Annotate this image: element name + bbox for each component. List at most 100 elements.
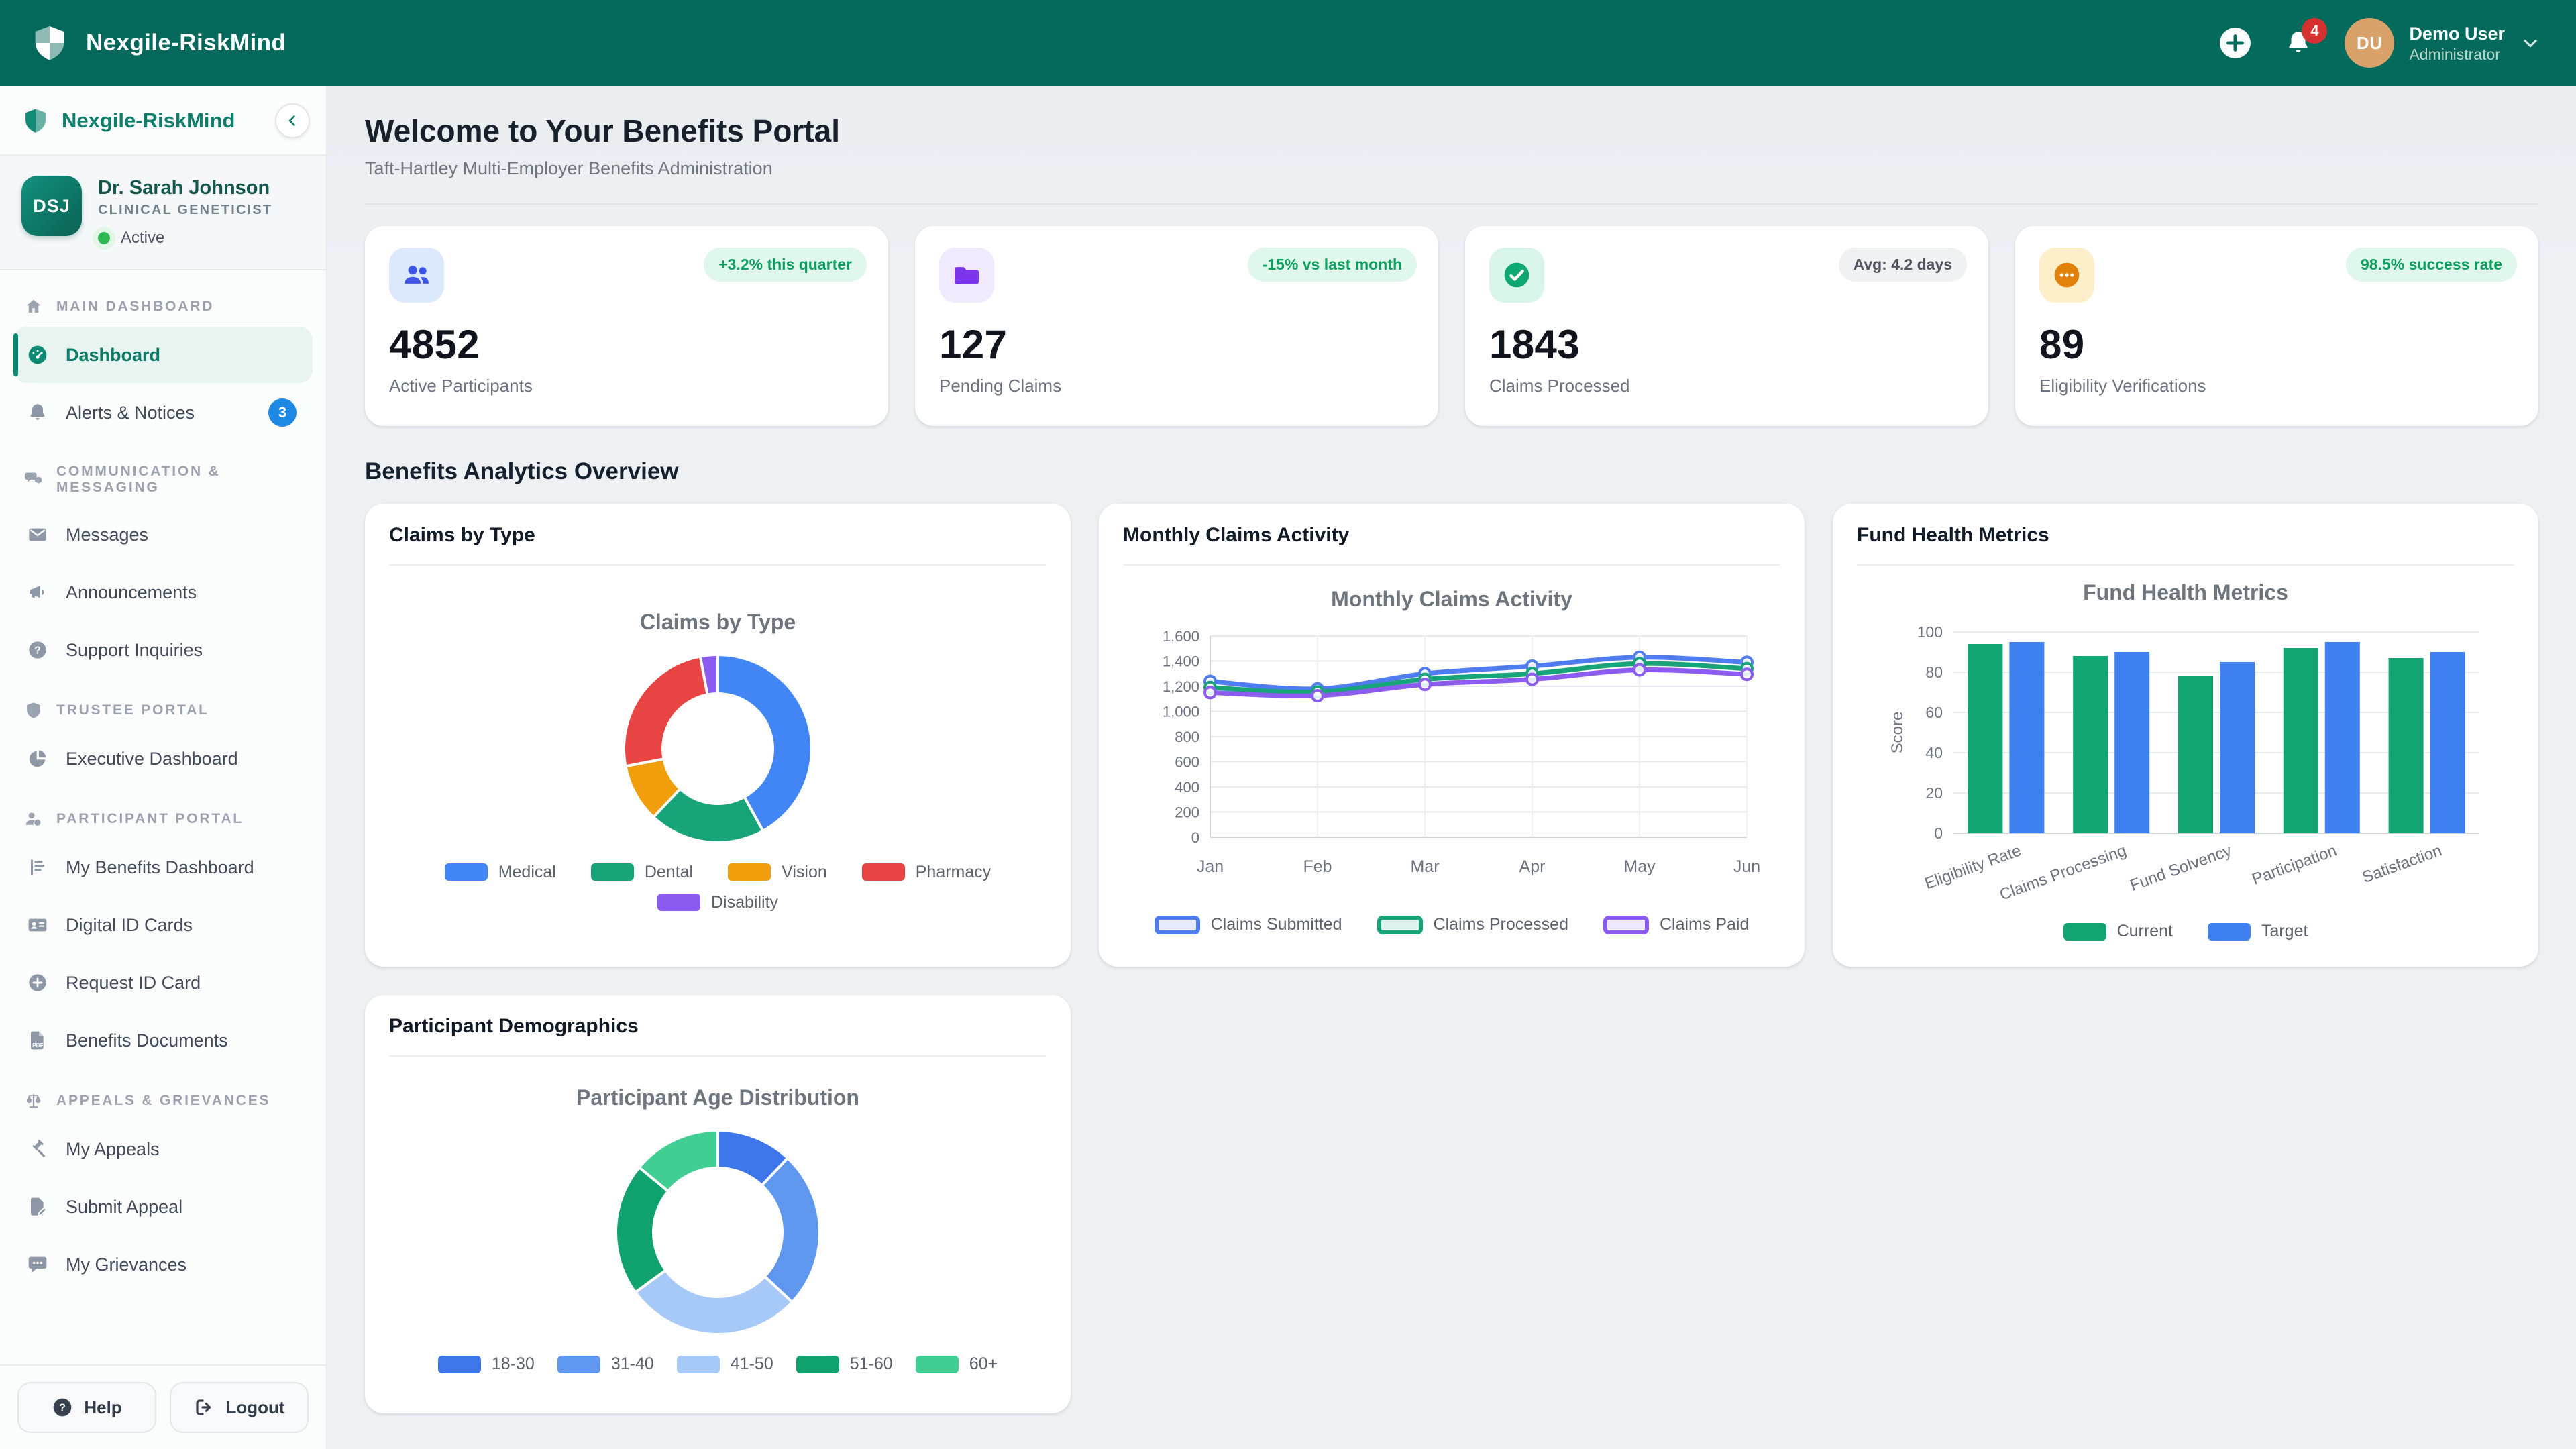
svg-text:100: 100	[1917, 623, 1943, 641]
sidebar: Nexgile-RiskMind DSJ Dr. Sarah Johnson C…	[0, 86, 327, 1449]
notifications-button[interactable]: 4	[2284, 18, 2328, 57]
svg-text:Jun: Jun	[1733, 857, 1760, 876]
nav-section-communication-messaging: COMMUNICATION & MESSAGING	[0, 442, 326, 505]
notification-badge: 4	[2302, 18, 2328, 44]
scales-icon	[26, 1093, 41, 1108]
sidebar-item-support-inquiries[interactable]: ? Support Inquiries	[13, 622, 313, 678]
legend-item-claims-submitted: Claims Submitted	[1154, 915, 1342, 934]
stat-card-pending-claims: -15% vs last month 127 Pending Claims	[915, 226, 1438, 426]
svg-text:1,000: 1,000	[1163, 704, 1199, 720]
logout-button[interactable]: Logout	[170, 1382, 309, 1433]
list-icon	[31, 859, 45, 875]
sidebar-item-benefits-documents[interactable]: PDF Benefits Documents	[13, 1012, 313, 1069]
nav-section-appeals-grievances: APPEALS & GRIEVANCES	[0, 1070, 326, 1120]
profile-status: Active	[98, 229, 272, 248]
user-avatar: DU	[2345, 18, 2395, 68]
add-button[interactable]	[2218, 26, 2252, 60]
analytics-section-title: Benefits Analytics Overview	[365, 458, 679, 484]
sidebar-brand-title: Nexgile-RiskMind	[62, 109, 235, 132]
plus-circle-icon	[2220, 28, 2251, 58]
legend-item-dental: Dental	[590, 863, 693, 882]
chat-icon	[25, 472, 43, 486]
question-icon: ?	[29, 641, 46, 659]
stat-label: Active Participants	[389, 376, 533, 396]
svg-text:?: ?	[34, 645, 41, 656]
stat-badge: Avg: 4.2 days	[1838, 248, 1967, 282]
page-title: Welcome to Your Benefits Portal	[365, 113, 841, 148]
sidebar-item-request-id-card[interactable]: Request ID Card	[13, 955, 313, 1011]
participant-demographics-card: Participant Demographics Participant Age…	[365, 995, 1071, 1413]
svg-text:1,600: 1,600	[1163, 628, 1199, 645]
claims-by-type-donut-chart	[623, 653, 813, 844]
benefits-portal-app: Nexgile-RiskMind 4 DU Demo User Administ…	[0, 0, 2576, 1449]
legend-item-medical: Medical	[444, 863, 556, 882]
user-menu[interactable]: DU Demo User Administrator	[2345, 18, 2541, 68]
pie-icon	[29, 750, 46, 767]
svg-text:Feb: Feb	[1303, 857, 1332, 876]
stats-grid: +3.2% this quarter 4852 Active Participa…	[365, 226, 2538, 426]
header-brand: Nexgile-RiskMind	[30, 23, 286, 63]
sidebar-item-my-grievances[interactable]: My Grievances	[13, 1236, 313, 1293]
envelope-icon	[29, 528, 46, 541]
stat-value: 89	[2039, 322, 2085, 367]
chart-title: Claims by Type	[639, 609, 796, 634]
filepen-icon	[31, 1197, 48, 1217]
help-button[interactable]: ? Help	[17, 1382, 156, 1433]
svg-text:60: 60	[1925, 704, 1943, 721]
svg-text:Fund Solvency: Fund Solvency	[2128, 841, 2234, 895]
legend-item-current: Current	[2063, 922, 2173, 941]
monthly-claims-line-chart: 0 200 400 600 800 1,000 1,200 1,400 1,600 Jan Feb M…	[1163, 628, 1760, 876]
stat-label: Eligibility Verifications	[2039, 376, 2206, 396]
header-actions: 4 DU Demo User Administrator	[2218, 18, 2541, 68]
svg-text:Satisfaction: Satisfaction	[2360, 841, 2445, 887]
svg-text:Jan: Jan	[1197, 857, 1224, 876]
legend-item-vision: Vision	[728, 863, 827, 882]
chart-title: Fund Health Metrics	[2083, 580, 2288, 604]
svg-text:800: 800	[1175, 729, 1199, 745]
fund-health-card: Fund Health Metrics Fund Health Metrics …	[1833, 504, 2538, 967]
stat-badge: -15% vs last month	[1247, 248, 1417, 282]
sidebar-item-submit-appeal[interactable]: Submit Appeal	[13, 1179, 313, 1235]
chart-legend: 18-30 31-40 41-50 51-60 60+	[437, 1354, 998, 1374]
main-content: Welcome to Your Benefits Portal Taft-Har…	[327, 86, 2576, 1449]
chart-title: Participant Age Distribution	[576, 1085, 859, 1110]
app-header: Nexgile-RiskMind 4 DU Demo User Administ…	[0, 0, 2576, 86]
svg-text:20: 20	[1925, 784, 1943, 802]
comment-icon	[28, 1256, 47, 1273]
svg-text:0: 0	[1191, 829, 1199, 846]
sidebar-item-messages[interactable]: Messages	[13, 506, 313, 563]
card-title: Participant Demographics	[389, 1015, 1046, 1057]
bell-icon	[30, 404, 45, 420]
stat-badge: 98.5% success rate	[2346, 248, 2517, 282]
svg-text:Participation: Participation	[2250, 841, 2339, 889]
svg-text:?: ?	[59, 1403, 66, 1414]
dots-icon	[2054, 262, 2080, 288]
profile-avatar: DSJ	[21, 176, 82, 236]
chart-title: Monthly Claims Activity	[1331, 587, 1572, 611]
sidebar-item-digital-id-cards[interactable]: Digital ID Cards	[13, 897, 313, 953]
sidebar-item-dashboard[interactable]: Dashboard	[13, 327, 313, 383]
idcard-icon	[28, 918, 47, 932]
sidebar-item-alerts-notices[interactable]: Alerts & Notices 3	[13, 384, 313, 441]
sidebar-item-executive-dashboard[interactable]: Executive Dashboard	[13, 731, 313, 787]
sidebar-collapse-button[interactable]	[275, 103, 310, 138]
people-icon	[405, 266, 429, 284]
sidebar-footer: ? Help Logout	[0, 1364, 326, 1449]
charts-row: Claims by Type Claims by Type Medical De…	[365, 504, 2538, 967]
stat-card-active-participants: +3.2% this quarter 4852 Active Participa…	[365, 226, 888, 426]
sidebar-item-my-appeals[interactable]: My Appeals	[13, 1121, 313, 1177]
claims-by-type-card: Claims by Type Claims by Type Medical De…	[365, 504, 1071, 967]
gauge-icon	[28, 345, 47, 364]
sidebar-item-announcements[interactable]: Announcements	[13, 564, 313, 621]
charts-row-2: Participant Demographics Participant Age…	[365, 995, 2538, 1413]
item-badge: 3	[268, 398, 297, 427]
sidebar-item-my-benefits-dashboard[interactable]: My Benefits Dashboard	[13, 839, 313, 896]
check-icon	[1504, 262, 1529, 288]
stat-card-eligibility-verifications: 98.5% success rate 89 Eligibility Verifi…	[2015, 226, 2538, 426]
legend-item-18-30: 18-30	[437, 1354, 535, 1374]
svg-text:400: 400	[1175, 779, 1199, 796]
nav-section-trustee-portal: TRUSTEE PORTAL	[0, 680, 326, 729]
chart-legend: Medical Dental Vision Pharmacy Disabilit…	[436, 863, 1000, 912]
age-distribution-donut-chart	[614, 1129, 821, 1336]
logout-icon	[196, 1399, 211, 1415]
